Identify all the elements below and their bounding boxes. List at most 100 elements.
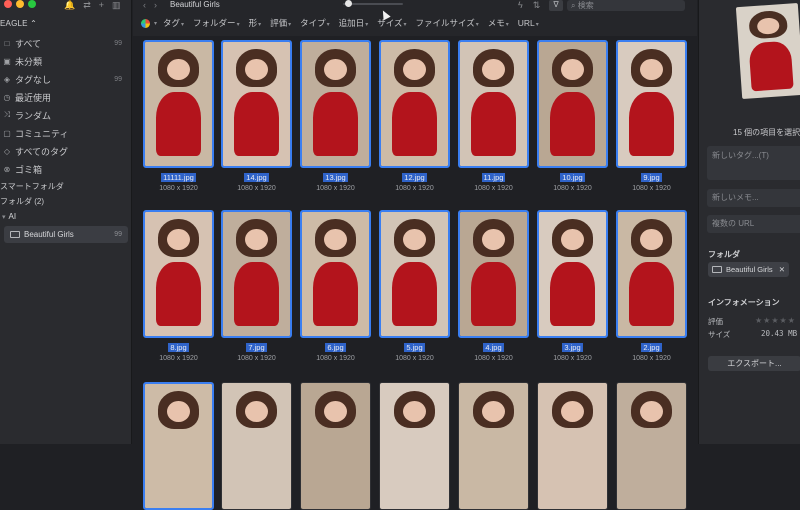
photo-dress xyxy=(628,91,675,157)
filename-text: 6.jpg xyxy=(325,343,346,352)
asset-dimensions: 1080 x 1920 xyxy=(395,185,434,192)
smart-folders-heading[interactable]: スマートフォルダ xyxy=(0,181,64,192)
filter-memo[interactable]: メモ▾ xyxy=(488,17,509,29)
asset-filename[interactable]: 11111.jpg xyxy=(143,173,214,182)
library-switcher[interactable]: EAGLE ⌃ xyxy=(0,19,37,28)
folder-beautiful-girls[interactable]: Beautiful Girls 99 xyxy=(4,226,128,243)
sidebar-item-random[interactable]: ⤨ ランダム xyxy=(0,106,132,124)
asset-thumbnail[interactable] xyxy=(537,382,608,510)
chevron-down-icon[interactable]: ▾ xyxy=(154,20,157,27)
asset-filename[interactable]: 7.jpg xyxy=(221,343,292,352)
rating-stars[interactable]: ★★★★★ xyxy=(755,316,796,325)
asset-thumbnail[interactable] xyxy=(379,40,450,168)
filename-text: 11111.jpg xyxy=(161,173,196,182)
close-window-button[interactable] xyxy=(4,0,12,8)
search-input[interactable]: ⌕ 検索 xyxy=(567,0,685,11)
filter-shape[interactable]: 形▾ xyxy=(249,17,262,29)
filter-type[interactable]: タイプ▾ xyxy=(300,17,330,29)
memo-input[interactable]: 新しいメモ... xyxy=(707,189,800,207)
asset-thumbnail[interactable] xyxy=(143,40,214,168)
filter-folder[interactable]: フォルダー▾ xyxy=(193,17,240,29)
asset-filename[interactable]: 13.jpg xyxy=(300,173,371,182)
thumbnail-size-slider[interactable] xyxy=(343,3,403,5)
asset-thumbnail[interactable] xyxy=(537,40,608,168)
export-button[interactable]: エクスポート... xyxy=(708,356,800,371)
asset-thumbnail[interactable] xyxy=(300,382,371,510)
asset-filename[interactable]: 9.jpg xyxy=(616,173,687,182)
asset-thumbnail[interactable] xyxy=(616,40,687,168)
asset-thumbnail[interactable] xyxy=(143,210,214,338)
folder-chip[interactable]: Beautiful Girls ✕ xyxy=(708,262,789,277)
asset-thumbnail[interactable] xyxy=(379,210,450,338)
filter-file-size[interactable]: ファイルサイズ▾ xyxy=(415,17,478,29)
asset-filename[interactable]: 3.jpg xyxy=(537,343,608,352)
sidebar-item-label: 未分類 xyxy=(15,56,43,67)
asset-filename[interactable]: 11.jpg xyxy=(458,173,529,182)
asset-thumbnail[interactable] xyxy=(616,210,687,338)
filter-tag[interactable]: タグ▾ xyxy=(163,17,184,29)
color-filter-icon[interactable] xyxy=(141,18,150,28)
photo xyxy=(380,383,449,509)
star-icon[interactable]: ★ xyxy=(755,316,763,325)
sidebar-item-recent[interactable]: ◷ 最近使用 xyxy=(0,88,132,106)
tags-placeholder: 新しいタグ...(T) xyxy=(712,151,769,160)
sidebar-item-all[interactable]: □ すべて 99 xyxy=(0,34,132,52)
asset-thumbnail[interactable] xyxy=(458,40,529,168)
chevron-down-icon[interactable]: ▾ xyxy=(2,213,6,221)
asset-thumbnail[interactable] xyxy=(143,382,214,510)
zoom-window-button[interactable] xyxy=(28,0,36,8)
folder-ai[interactable]: ▾ AI xyxy=(2,208,16,225)
filter-date-added[interactable]: 追加日▾ xyxy=(339,17,369,29)
asset-filename[interactable]: 2.jpg xyxy=(616,343,687,352)
asset-filename[interactable]: 5.jpg xyxy=(379,343,450,352)
asset-dimensions: 1080 x 1920 xyxy=(237,185,276,192)
asset-filename[interactable]: 6.jpg xyxy=(300,343,371,352)
asset-thumbnail[interactable] xyxy=(300,40,371,168)
asset-filename[interactable]: 4.jpg xyxy=(458,343,529,352)
back-icon[interactable]: ‹ xyxy=(143,0,154,10)
sidebar-item-all-tags[interactable]: ◇ すべてのタグ xyxy=(0,142,132,160)
sync-icon[interactable]: ⇄ xyxy=(83,0,91,11)
chevron-down-icon: ▾ xyxy=(535,22,539,28)
star-icon[interactable]: ★ xyxy=(780,316,788,325)
asset-filename[interactable]: 12.jpg xyxy=(379,173,450,182)
photo-dress xyxy=(470,261,517,327)
asset-filename[interactable]: 14.jpg xyxy=(221,173,292,182)
asset-thumbnail[interactable] xyxy=(379,382,450,510)
lightning-icon[interactable]: ϟ xyxy=(518,0,523,11)
filter-url[interactable]: URL▾ xyxy=(518,18,539,28)
asset-thumbnail[interactable] xyxy=(458,382,529,510)
asset-filename[interactable]: 8.jpg xyxy=(143,343,214,352)
asset-filename[interactable]: 10.jpg xyxy=(537,173,608,182)
asset-thumbnail[interactable] xyxy=(616,382,687,510)
inspector-panel: 15 個の項目を選択し 新しいタグ...(T) 新しいメモ... 複数の URL… xyxy=(698,0,800,444)
sidebar-item-community[interactable]: ▢ コミュニティ xyxy=(0,124,132,142)
sidebar-item-uncategorized[interactable]: ▣ 未分類 xyxy=(0,52,132,70)
filter-toggle-button[interactable]: ∇ xyxy=(549,0,563,11)
star-icon[interactable]: ★ xyxy=(771,316,779,325)
sort-icon[interactable]: ⇅ xyxy=(533,0,541,11)
filter-rating[interactable]: 評価▾ xyxy=(270,17,291,29)
sidebar-item-trash[interactable]: ⊗ ゴミ箱 xyxy=(0,160,132,178)
add-icon[interactable]: + xyxy=(99,0,104,11)
forward-icon[interactable]: › xyxy=(154,0,165,10)
url-input[interactable]: 複数の URL xyxy=(707,215,800,233)
folders-heading[interactable]: フォルダ (2) xyxy=(0,196,44,207)
tags-input[interactable]: 新しいタグ...(T) xyxy=(707,146,800,180)
filter-label: メモ xyxy=(487,18,505,28)
community-icon: ▢ xyxy=(3,128,11,138)
asset-thumbnail[interactable] xyxy=(221,382,292,510)
asset-thumbnail[interactable] xyxy=(537,210,608,338)
star-icon[interactable]: ★ xyxy=(788,316,796,325)
minimize-window-button[interactable] xyxy=(16,0,24,8)
sidebar-item-untagged[interactable]: ◈ タグなし 99 xyxy=(0,70,132,88)
asset-thumbnail[interactable] xyxy=(221,40,292,168)
asset-thumbnail[interactable] xyxy=(300,210,371,338)
slider-handle[interactable] xyxy=(345,0,352,7)
panel-toggle-icon[interactable]: ▥ xyxy=(112,0,121,11)
remove-folder-icon[interactable]: ✕ xyxy=(779,265,785,274)
asset-thumbnail[interactable] xyxy=(221,210,292,338)
asset-thumbnail[interactable] xyxy=(458,210,529,338)
filter-size[interactable]: サイズ▾ xyxy=(377,17,406,29)
bell-icon[interactable]: 🔔 xyxy=(64,0,75,11)
